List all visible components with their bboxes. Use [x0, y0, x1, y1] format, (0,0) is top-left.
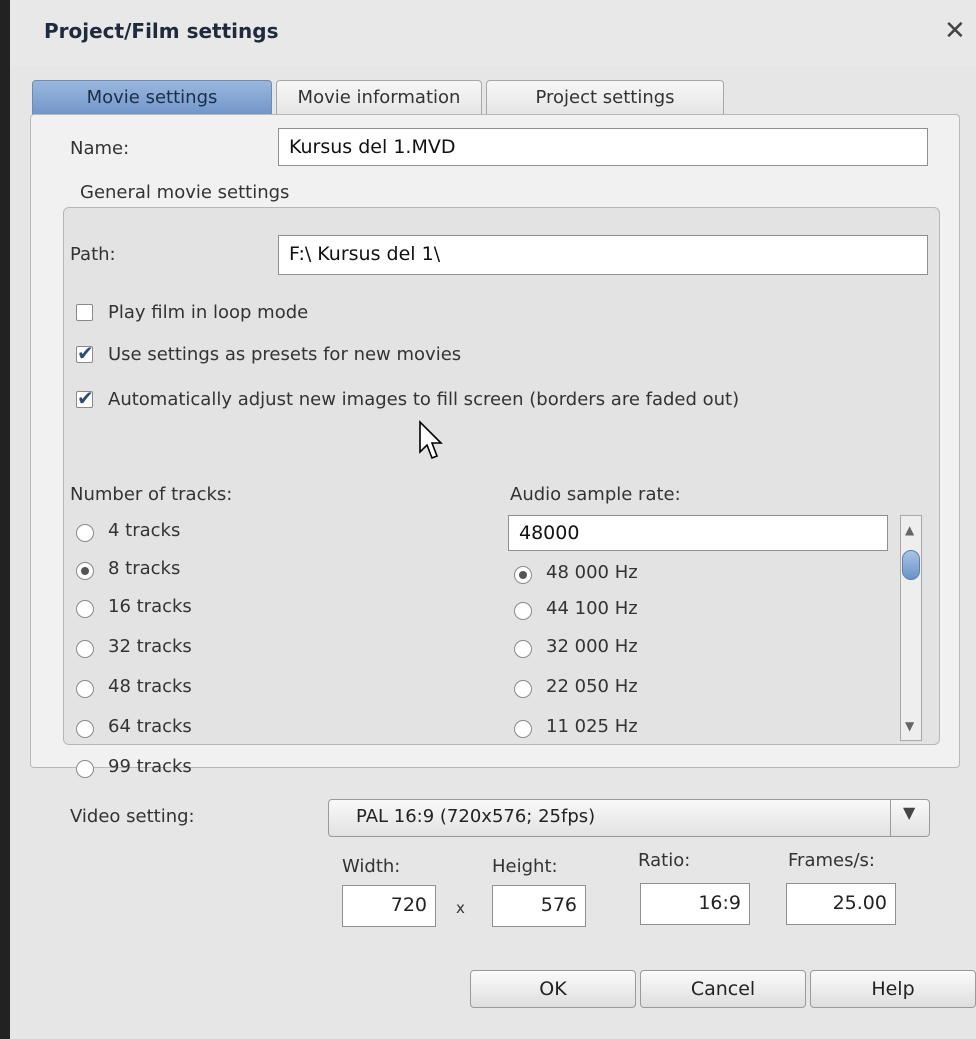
width-label: Width: [342, 856, 401, 877]
tracks-99-radio[interactable] [76, 760, 94, 778]
tracks-99-label: 99 tracks [108, 756, 192, 777]
tracks-64-radio[interactable] [76, 720, 94, 738]
frames-label: Frames/s: [788, 850, 875, 871]
tracks-4-radio[interactable] [76, 524, 94, 542]
path-label: Path: [70, 244, 116, 265]
tracks-8-radio[interactable] [76, 562, 94, 580]
tracks-16-label: 16 tracks [108, 596, 192, 617]
tracks-4-label: 4 tracks [108, 520, 181, 541]
path-input[interactable]: F:\ Kursus del 1\ [278, 235, 928, 275]
scroll-down-icon[interactable]: ▼ [905, 719, 914, 733]
close-icon[interactable]: ✕ [944, 18, 966, 44]
name-label: Name: [70, 138, 130, 159]
audio-scrollbar[interactable] [900, 515, 922, 741]
tab-project-settings[interactable]: Project settings [486, 80, 724, 116]
audio-rate-input[interactable]: 48000 [508, 515, 888, 551]
help-button[interactable]: Help [810, 970, 976, 1008]
dropdown-separator [890, 800, 891, 836]
background-window-edge [0, 0, 10, 1039]
audio-22050-radio[interactable] [514, 680, 532, 698]
general-settings-heading: General movie settings [80, 182, 290, 203]
tracks-8-label: 8 tracks [108, 558, 181, 579]
general-settings-group [63, 207, 940, 745]
height-input[interactable]: 576 [492, 885, 586, 927]
scroll-thumb[interactable] [902, 550, 920, 580]
ok-button[interactable]: OK [470, 970, 636, 1008]
use-presets-checkbox[interactable] [76, 341, 94, 365]
ratio-input[interactable]: 16:9 [640, 883, 750, 925]
audio-32000-radio[interactable] [514, 640, 532, 658]
cancel-button[interactable]: Cancel [640, 970, 806, 1008]
video-setting-value: PAL 16:9 (720x576; 25fps) [356, 806, 596, 827]
audio-48000-radio[interactable] [514, 566, 532, 584]
times-sign: x [456, 899, 465, 917]
audio-44100-label: 44 100 Hz [546, 598, 638, 619]
auto-adjust-label: Automatically adjust new images to fill … [108, 389, 740, 410]
scroll-up-icon[interactable]: ▲ [905, 523, 914, 537]
audio-22050-label: 22 050 Hz [546, 676, 638, 697]
tracks-32-radio[interactable] [76, 640, 94, 658]
width-input[interactable]: 720 [342, 885, 436, 927]
loop-mode-label: Play film in loop mode [108, 302, 309, 323]
tracks-label: Number of tracks: [70, 484, 233, 505]
window-title: Project/Film settings [44, 19, 279, 43]
audio-rate-label: Audio sample rate: [510, 484, 681, 505]
mouse-cursor-icon [419, 420, 443, 460]
tracks-64-label: 64 tracks [108, 716, 192, 737]
use-presets-label: Use settings as presets for new movies [108, 344, 462, 365]
audio-44100-radio[interactable] [514, 602, 532, 620]
tracks-16-radio[interactable] [76, 600, 94, 618]
fps-input[interactable]: 25.00 [786, 883, 896, 925]
audio-48000-label: 48 000 Hz [546, 562, 638, 583]
tab-movie-information[interactable]: Movie information [276, 80, 482, 116]
height-label: Height: [492, 856, 558, 877]
loop-mode-checkbox[interactable] [76, 304, 93, 321]
audio-32000-label: 32 000 Hz [546, 636, 638, 657]
video-setting-label: Video setting: [70, 806, 195, 827]
audio-11025-radio[interactable] [514, 720, 532, 738]
ratio-label: Ratio: [638, 850, 691, 871]
tracks-48-label: 48 tracks [108, 676, 192, 697]
tracks-32-label: 32 tracks [108, 636, 192, 657]
tab-movie-settings[interactable]: Movie settings [32, 80, 272, 116]
tracks-48-radio[interactable] [76, 680, 94, 698]
name-input[interactable]: Kursus del 1.MVD [278, 128, 928, 166]
chevron-down-icon[interactable]: ▼ [903, 803, 915, 822]
auto-adjust-checkbox[interactable] [76, 386, 94, 410]
audio-11025-label: 11 025 Hz [546, 716, 638, 737]
